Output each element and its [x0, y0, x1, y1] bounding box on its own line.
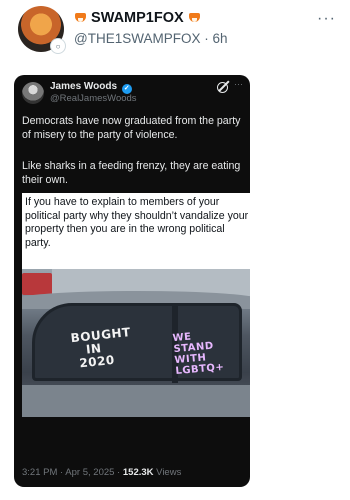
- red-truck: [22, 273, 52, 295]
- embedded-paragraph-2: Like sharks in a feeding frenzy, they ar…: [22, 160, 241, 186]
- embedded-timestamp: 3:21 PM · Apr 5, 2025 ·: [22, 467, 121, 478]
- embedded-screenshot[interactable]: James Woods ✓ @RealJamesWoods ··· Democr…: [14, 75, 250, 487]
- embedded-views-count: 152.3K: [122, 467, 154, 478]
- author-display-name[interactable]: SWAMP1FOX: [74, 10, 201, 26]
- car-writing-left: BOUGHT IN 2020: [70, 325, 134, 371]
- quote-caption-box: If you have to explain to members of you…: [22, 193, 250, 269]
- embedded-more-icon: ···: [234, 79, 243, 89]
- avatar-badge-icon: ○: [50, 38, 66, 54]
- car-photo: BOUGHT IN 2020 WE STAND WITH LGBTQ+: [22, 269, 250, 417]
- embedded-views-label: Views: [156, 467, 182, 478]
- author-handle-line: @THE1SWAMPFOX · 6h: [74, 31, 228, 46]
- post-timestamp[interactable]: 6h: [212, 31, 227, 46]
- quote-caption-text: If you have to explain to members of you…: [25, 196, 249, 249]
- embedded-meta: 3:21 PM · Apr 5, 2025 · 152.3K Views: [22, 467, 181, 478]
- fox-emoji-icon: [74, 11, 87, 23]
- embedded-author-handle: @RealJamesWoods: [50, 93, 137, 104]
- quote-image: If you have to explain to members of you…: [22, 193, 250, 417]
- grok-icon: [217, 82, 228, 93]
- embedded-author-name: James Woods: [50, 81, 118, 92]
- car-door: [22, 385, 250, 417]
- embedded-paragraph-1: Democrats have now graduated from the pa…: [22, 115, 241, 141]
- fox-emoji-icon: [188, 11, 201, 23]
- display-name-text: SWAMP1FOX: [91, 10, 184, 26]
- more-options-icon[interactable]: ···: [317, 10, 336, 28]
- car-writing-right: WE STAND WITH LGBTQ+: [172, 329, 225, 377]
- embedded-author-avatar: [22, 82, 44, 104]
- author-handle[interactable]: @THE1SWAMPFOX: [74, 31, 200, 46]
